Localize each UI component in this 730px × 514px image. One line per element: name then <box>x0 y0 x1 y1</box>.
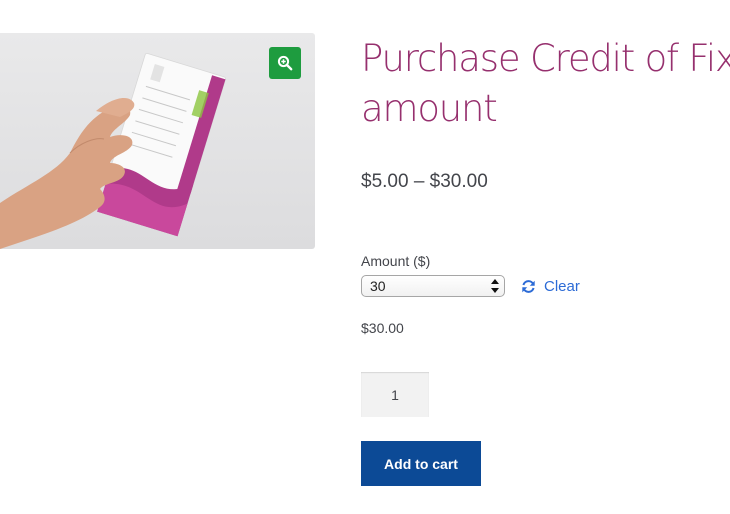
voucher-photo <box>0 52 226 249</box>
add-to-cart-button[interactable]: Add to cart <box>361 441 481 486</box>
zoom-in-icon <box>277 55 293 71</box>
refresh-icon <box>522 280 535 293</box>
price-range: $5.00 – $30.00 <box>361 171 488 192</box>
product-page: Purchase Credit of Fixed amount $5.00 – … <box>0 0 730 514</box>
variation-price: $30.00 <box>361 320 404 336</box>
select-arrows-icon <box>491 279 499 293</box>
quantity-input[interactable] <box>361 372 429 417</box>
amount-label: Amount ($) <box>361 253 431 269</box>
clear-label: Clear <box>544 278 580 295</box>
product-image[interactable] <box>0 33 315 249</box>
zoom-button[interactable] <box>269 47 301 79</box>
product-title: Purchase Credit of Fixed amount <box>361 37 730 130</box>
amount-select[interactable]: 30 <box>361 275 505 297</box>
clear-link[interactable]: Clear <box>521 278 580 295</box>
amount-select-value: 30 <box>370 278 386 294</box>
